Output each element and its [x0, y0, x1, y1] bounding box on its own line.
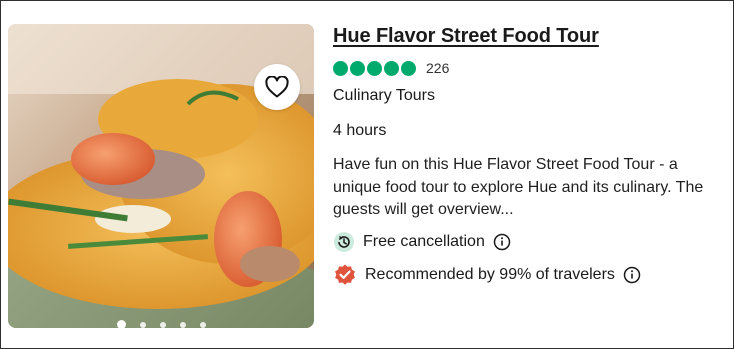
free-cancellation-label: Free cancellation	[363, 232, 485, 250]
carousel-dot-2[interactable]	[139, 321, 146, 328]
recommended-label: Recommended by 99% of travelers	[365, 265, 615, 283]
review-count[interactable]: 226	[426, 60, 449, 76]
listing-card[interactable]: Hue Flavor Street Food Tour 226 Culinary…	[0, 0, 734, 349]
listing-description: Have fun on this Hue Flavor Street Food …	[333, 156, 704, 218]
info-icon[interactable]	[623, 266, 641, 284]
heart-icon	[265, 76, 289, 98]
carousel-dot-3[interactable]	[159, 321, 166, 328]
rating-bubble-icon	[367, 60, 382, 76]
carousel-dot-1[interactable]	[116, 320, 126, 328]
recommended-row: Recommended by 99% of travelers	[333, 264, 725, 286]
rating-bubble-icon	[401, 60, 416, 76]
carousel-dot-4[interactable]	[179, 321, 186, 328]
rating-bubble-icon	[350, 60, 365, 76]
listing-title[interactable]: Hue Flavor Street Food Tour	[333, 23, 725, 49]
info-icon[interactable]	[493, 233, 511, 251]
listing-duration: 4 hours	[333, 122, 387, 139]
listing-photo[interactable]	[8, 24, 314, 328]
save-to-trip-button[interactable]	[254, 64, 300, 110]
carousel-indicator	[8, 320, 314, 328]
rating-bubble-icon	[333, 60, 348, 76]
free-cancellation-row: Free cancellation	[333, 231, 725, 253]
clock-arrow-icon	[333, 231, 355, 253]
listing-category: Culinary Tours	[333, 87, 435, 104]
verified-badge-icon	[333, 263, 357, 287]
rating-bubble-icon	[384, 60, 399, 76]
carousel-dot-5[interactable]	[199, 321, 206, 328]
rating-row[interactable]: 226	[333, 59, 725, 77]
listing-info: Hue Flavor Street Food Tour 226 Culinary…	[333, 23, 725, 286]
